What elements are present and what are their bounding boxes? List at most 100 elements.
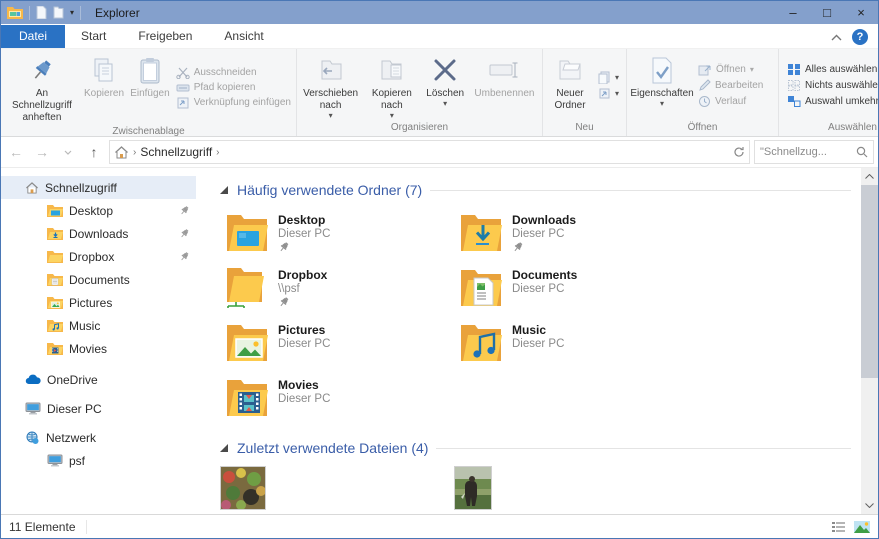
new-item-button[interactable]: ▾ — [598, 71, 619, 84]
dropbox-folder-icon — [224, 266, 270, 313]
vertical-scrollbar[interactable] — [861, 168, 878, 514]
search-input[interactable]: "Schnellzug... — [760, 146, 852, 158]
edit-button[interactable]: Bearbeiten — [698, 78, 764, 92]
select-all-label: Alles auswählen — [805, 64, 878, 75]
new-folder-label: Neuer Ordner — [554, 88, 586, 111]
details-view-icon[interactable] — [831, 521, 846, 533]
sidebar-item-music[interactable]: Music — [1, 314, 196, 337]
documents-folder-icon — [458, 266, 504, 313]
forward-button[interactable]: → — [31, 144, 53, 160]
select-group-label: Auswählen — [828, 122, 877, 133]
breadcrumb[interactable]: › Schnellzugriff › — [109, 140, 750, 164]
sidebar-item-quick-access[interactable]: Schnellzugriff — [1, 176, 196, 199]
maximize-button[interactable]: □ — [810, 1, 844, 24]
scrollbar-thumb[interactable] — [861, 185, 878, 379]
select-all-button[interactable]: Alles auswählen — [787, 63, 878, 76]
desktop-folder-icon — [47, 204, 63, 217]
history-clock-icon — [698, 95, 711, 108]
qat-properties-icon[interactable] — [36, 6, 47, 19]
scrollbar-track[interactable] — [861, 185, 878, 497]
folder-tile-pictures[interactable]: Pictures Dieser PC — [220, 318, 454, 371]
copy-to-button[interactable]: Kopieren nach ▾ — [362, 51, 421, 120]
pin-to-quick-access-button[interactable]: An Schnellzugriff anheften — [3, 51, 81, 124]
edit-label: Bearbeiten — [715, 79, 764, 91]
file-tile-img-0877[interactable]: IMG_0877 Dieser P...\01.05. Picknick Bür… — [220, 466, 454, 514]
move-to-button[interactable]: Verschieben nach ▾ — [299, 51, 362, 120]
properties-button[interactable]: Eigenschaften ▾ — [629, 51, 695, 120]
easy-access-button[interactable]: ▾ — [598, 87, 619, 100]
frequent-folders-grid: Desktop Dieser PC Downloads Dieser PC Dr… — [220, 208, 851, 426]
tab-freigeben[interactable]: Freigeben — [122, 25, 208, 48]
sidebar-item-network[interactable]: Netzwerk — [1, 426, 196, 449]
collapse-triangle-icon — [220, 185, 228, 194]
folder-tile-movies[interactable]: Movies Dieser PC — [220, 373, 454, 426]
sidebar-item-downloads[interactable]: Downloads — [1, 222, 196, 245]
select-none-button[interactable]: Nichts auswählen — [787, 79, 879, 92]
sidebar-item-label: Desktop — [69, 203, 114, 218]
sidebar-item-onedrive[interactable]: OneDrive — [1, 368, 196, 391]
close-button[interactable]: × — [844, 1, 878, 24]
sidebar-item-label: OneDrive — [47, 372, 98, 387]
folder-name: Desktop — [278, 213, 326, 227]
sidebar-item-this-pc[interactable]: Dieser PC — [1, 397, 196, 420]
folder-location: Dieser PC — [512, 228, 565, 240]
sidebar-item-psf[interactable]: psf — [1, 449, 196, 472]
help-icon[interactable]: ? — [852, 29, 868, 45]
invert-selection-button[interactable]: Auswahl umkehren — [787, 95, 878, 108]
sidebar-item-dropbox[interactable]: Dropbox — [1, 245, 196, 268]
tab-ansicht[interactable]: Ansicht — [208, 25, 279, 48]
onedrive-cloud-icon — [25, 374, 41, 385]
ribbon-collapse-icon[interactable] — [831, 34, 842, 41]
sidebar-item-movies[interactable]: Movies — [1, 337, 196, 360]
scroll-up-icon[interactable] — [861, 168, 878, 185]
copy-button[interactable]: Kopieren — [81, 51, 127, 124]
folder-tile-dropbox[interactable]: Dropbox \\psf — [220, 263, 454, 316]
back-button[interactable]: ← — [5, 144, 27, 160]
folder-tile-downloads[interactable]: Downloads Dieser PC — [454, 208, 688, 261]
tab-datei[interactable]: Datei — [1, 25, 66, 48]
sidebar-item-desktop[interactable]: Desktop — [1, 199, 196, 222]
folder-tile-music[interactable]: Music Dieser PC — [454, 318, 688, 371]
copy-to-label: Kopieren nach — [371, 88, 412, 111]
breadcrumb-root[interactable]: Schnellzugriff — [140, 145, 212, 159]
pictures-folder-icon — [47, 296, 63, 309]
sidebar-item-label: Pictures — [69, 295, 113, 310]
rename-button[interactable]: Umbenennen — [469, 51, 540, 120]
pin-icon — [278, 296, 327, 308]
thumbnail-view-icon[interactable] — [854, 520, 870, 533]
paste-button[interactable]: Einfügen — [127, 51, 172, 124]
open-button[interactable]: Öffnen ▾ — [698, 64, 763, 76]
breadcrumb-chevron-icon-2: › — [216, 146, 220, 158]
sidebar-item-documents[interactable]: Documents — [1, 268, 196, 291]
recent-locations-button[interactable] — [57, 150, 79, 155]
tab-start[interactable]: Start — [65, 25, 122, 48]
copy-path-button[interactable]: Pfad kopieren — [176, 82, 291, 94]
up-button[interactable]: ↑ — [83, 144, 105, 160]
file-tile-img-0888[interactable]: IMG_0888 Dieser P...\01.05. Picknick Bür… — [454, 466, 688, 514]
section-header-frequent-folders[interactable]: Häufig verwendete Ordner (7) — [220, 182, 851, 198]
qat-dropdown-caret[interactable]: ▾ — [70, 8, 74, 17]
desktop-folder-icon — [224, 211, 270, 258]
folder-tile-documents[interactable]: Documents Dieser PC — [454, 263, 688, 316]
minimize-button[interactable]: – — [776, 1, 810, 24]
sidebar-item-pictures[interactable]: Pictures — [1, 291, 196, 314]
move-to-icon — [318, 54, 344, 86]
qat-new-folder-icon[interactable] — [53, 6, 64, 19]
scroll-down-icon[interactable] — [861, 497, 878, 514]
rename-icon — [489, 54, 519, 86]
cut-button[interactable]: Ausschneiden — [175, 67, 291, 79]
paste-shortcut-button[interactable]: Verknüpfung einfügen — [176, 97, 291, 109]
new-folder-button[interactable]: Neuer Ordner — [545, 51, 595, 120]
folder-name: Downloads — [512, 213, 577, 227]
copy-path-label: Pfad kopieren — [193, 82, 256, 93]
refresh-icon[interactable] — [733, 146, 745, 158]
search-box[interactable]: "Schnellzug... — [754, 140, 874, 164]
folder-tile-desktop[interactable]: Desktop Dieser PC — [220, 208, 454, 261]
content-pane: Häufig verwendete Ordner (7) Desktop Die… — [196, 168, 861, 514]
select-none-label: Nichts auswählen — [805, 80, 879, 91]
delete-button[interactable]: Löschen ▾ — [421, 51, 468, 120]
sidebar-item-label: Documents — [69, 272, 130, 287]
section-title: Häufig verwendete Ordner (7) — [237, 182, 423, 198]
section-header-recent-files[interactable]: Zuletzt verwendete Dateien (4) — [220, 440, 851, 456]
history-button[interactable]: Verlauf — [698, 95, 763, 108]
